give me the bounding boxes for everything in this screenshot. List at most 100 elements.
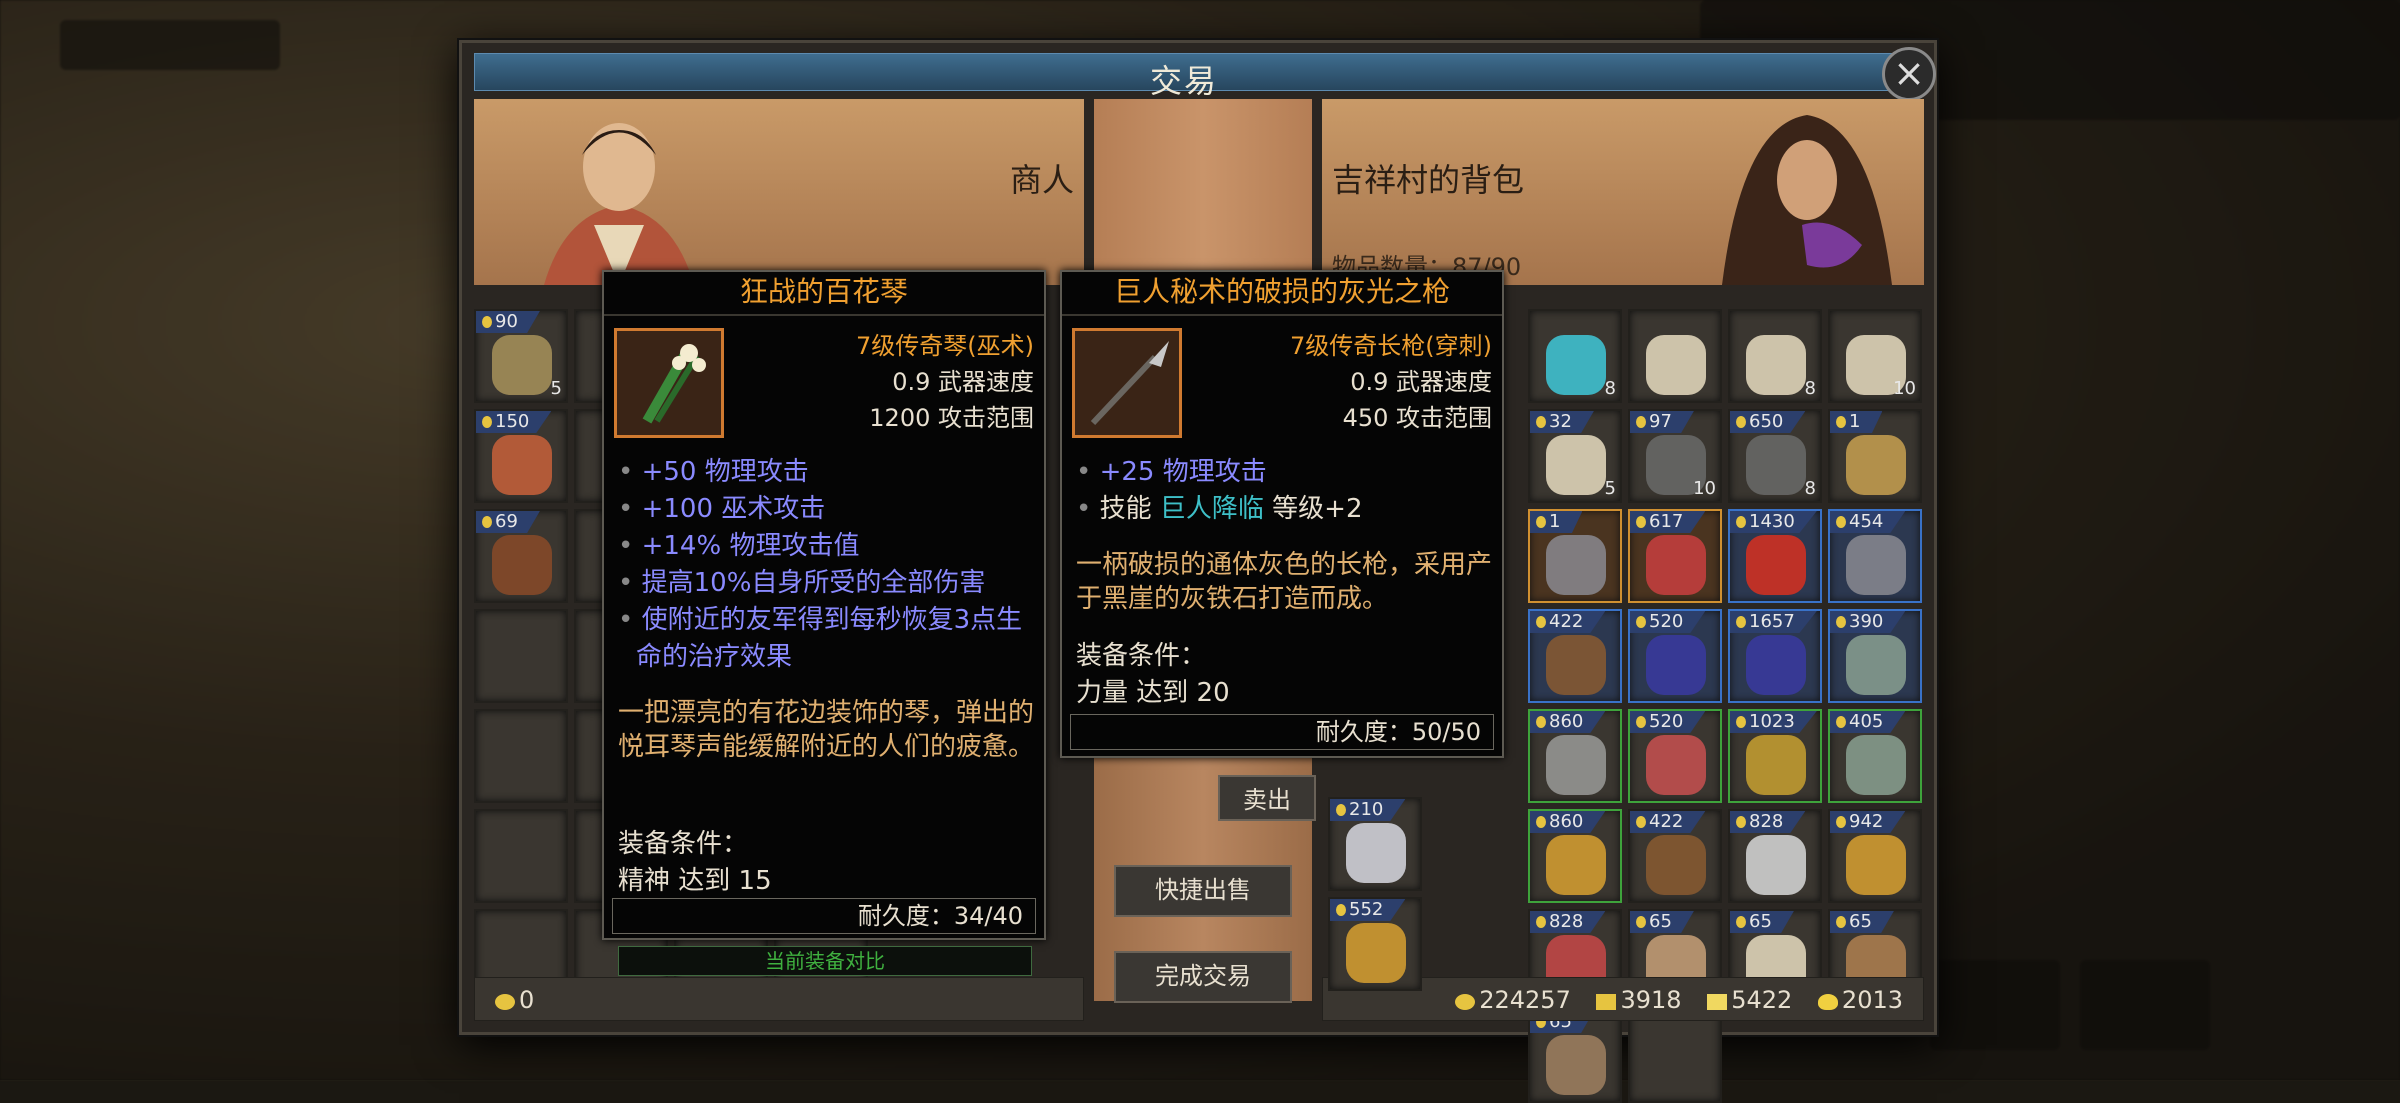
item-name: 巨人秘术的破损的灰光之枪 [1062,272,1502,316]
merchant-slot[interactable]: 150 [474,409,568,503]
close-button[interactable]: × [1882,47,1936,101]
gold-drop-icon [1817,994,1838,1010]
item-quality: 7级传奇长枪(穿刺) [1290,332,1492,360]
item-price: 1 [1830,411,1883,433]
bowl-icon [1846,435,1906,495]
item-tooltip-right: 巨人秘术的破损的灰光之枪 7级传奇长枪(穿刺) 0.9 武器速度 450 攻击范… [1060,270,1504,758]
bag-slot[interactable]: 1 [1828,409,1922,503]
item-price: 210 [1330,799,1406,821]
merchant-slot[interactable]: 69 [474,509,568,603]
merchant-gold-value: 0 [519,986,535,1014]
item-price: 520 [1630,711,1706,733]
merchant-label: 商人 [1009,161,1074,199]
bag-slot[interactable]: 8 [1728,309,1822,403]
gold-coin-icon [1455,994,1476,1010]
harp-icon [614,328,724,438]
merchant-gold: 0 [474,977,1084,1021]
cloth-icon [1546,1035,1606,1095]
bag-slot[interactable]: 860 [1528,709,1622,803]
armor-icon [1846,735,1906,795]
bag-slot[interactable]: 210 [1328,797,1422,891]
bag-slot[interactable]: 650 8 [1728,409,1822,503]
banner-icon [1646,535,1706,595]
merchant-slot[interactable] [474,609,568,703]
red-blade-icon [1746,535,1806,595]
bag-banner: 吉祥村的背包 物品数量：87/90 [1322,99,1924,285]
item-tooltip-left: 狂战的百花琴 7级传奇琴(巫术) 0.9 武器速度 1200 攻击范围 +50 … [602,270,1046,940]
bag-slot[interactable]: 390 [1828,609,1922,703]
bow-icon [1546,635,1606,695]
item-price: 422 [1530,611,1606,633]
scroll-icon [1746,335,1806,395]
item-requirements: 装备条件： 力量 达到 20 [1076,641,1230,708]
item-description: 一柄破损的通体灰色的长枪，采用产于黑崖的灰铁石打造而成。 [1076,550,1493,614]
bag-slot[interactable]: 422 [1628,809,1722,903]
item-bonuses: +50 物理攻击 +100 巫术攻击 +14% 物理攻击值 提高10%自身所受的… [618,454,1038,676]
bag-slot[interactable]: 10 [1828,309,1922,403]
item-price: 1430 [1730,511,1817,533]
bag-slot[interactable]: 1657 [1728,609,1822,703]
item-quantity: 10 [1893,378,1916,399]
merchant-slot[interactable]: 90 5 [474,309,568,403]
claw-icon [1646,735,1706,795]
item-price: 552 [1330,899,1406,921]
bag-slot[interactable] [1628,309,1722,403]
quick-sell-button[interactable]: 快捷出售 [1114,865,1292,917]
bag-slot[interactable]: 860 [1528,809,1622,903]
bag-slot[interactable]: 552 [1328,897,1422,991]
bag-slot[interactable]: 405 [1828,709,1922,803]
staff-icon [1746,635,1806,695]
bag-slot[interactable]: 520 [1628,609,1722,703]
item-price: 65 [1730,911,1794,933]
bag-slot[interactable]: 942 [1828,809,1922,903]
item-quantity: 5 [1604,478,1616,499]
scroll-icon [1646,335,1706,395]
bag-slot[interactable]: 97 10 [1628,409,1722,503]
item-quantity: 5 [550,378,562,399]
bag-slot[interactable]: 617 [1628,509,1722,603]
bow-icon [1646,835,1706,895]
item-price: 150 [476,411,552,433]
bag-slot[interactable]: 520 [1628,709,1722,803]
crystal-icon [1546,335,1606,395]
item-price: 860 [1530,811,1606,833]
bag-slot[interactable]: 32 5 [1528,409,1622,503]
bag-slot[interactable]: 1430 [1728,509,1822,603]
meat-skewer-icon [492,435,552,495]
item-price: 422 [1630,811,1706,833]
merchant-portrait [544,123,694,285]
bag-slot[interactable]: 828 [1728,809,1822,903]
ring-icon [1346,923,1406,983]
bag-slot[interactable]: 422 [1528,609,1622,703]
item-price: 650 [1730,411,1806,433]
bag-label: 吉祥村的背包 [1332,161,1525,199]
merchant-slot[interactable] [474,709,568,803]
necklace-icon [1346,823,1406,883]
item-description: 一把漂亮的有花边装饰的琴，弹出的悦耳琴声能缓解附近的人们的疲惫。 [618,698,1035,762]
item-price: 69 [476,511,540,533]
item-price: 65 [1830,911,1894,933]
sword-icon [1546,735,1606,795]
item-price: 617 [1630,511,1706,533]
item-price: 390 [1830,611,1906,633]
merchant-slot[interactable] [474,809,568,903]
spear-icon [1546,535,1606,595]
bag-slot[interactable]: 8 [1528,309,1622,403]
finish-trade-button[interactable]: 完成交易 [1114,951,1292,1003]
spear-icon [1846,535,1906,595]
item-durability: 耐久度：34/40 [612,898,1036,934]
item-price: 90 [476,311,540,333]
current-equipment-compare: 当前装备对比 [618,946,1032,976]
item-skill: 技能 巨人降临 等级+2 [1076,491,1496,528]
item-price: 828 [1730,811,1806,833]
flower-icon [1746,835,1806,895]
bag-slot[interactable]: 454 [1828,509,1922,603]
spear-icon [1072,328,1182,438]
sell-button[interactable]: 卖出 [1218,775,1316,821]
bag-slot[interactable]: 1023 [1728,709,1822,803]
item-speed: 0.9 武器速度 [892,368,1034,396]
bag-slot[interactable] [1628,1009,1722,1103]
scroll-icon [1546,435,1606,495]
bag-slot[interactable]: 1 [1528,509,1622,603]
bag-slot[interactable]: 65 [1528,1009,1622,1103]
